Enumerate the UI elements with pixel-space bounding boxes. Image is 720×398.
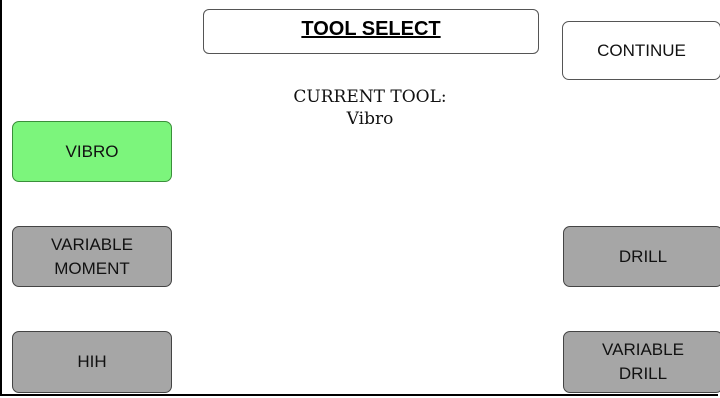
drill-button-label: DRILL bbox=[618, 246, 668, 266]
continue-button[interactable]: CONTINUE bbox=[562, 21, 720, 80]
variable-drill-button-label: VARIABLE DRILL bbox=[602, 340, 684, 383]
variable-moment-button[interactable]: VARIABLE MOMENT bbox=[12, 226, 172, 287]
drill-button[interactable]: DRILL bbox=[563, 226, 720, 287]
vibro-button-label: VIBRO bbox=[65, 141, 119, 161]
variable-drill-button[interactable]: VARIABLE DRILL bbox=[563, 331, 720, 393]
continue-button-label: CONTINUE bbox=[597, 40, 686, 60]
title-box: TOOL SELECT bbox=[203, 9, 539, 54]
variable-moment-button-label: VARIABLE MOMENT bbox=[51, 234, 133, 278]
current-tool-label: CURRENT TOOL: bbox=[293, 87, 447, 107]
current-tool-display: CURRENT TOOL: Vibro bbox=[250, 86, 490, 130]
hih-button-label: HIH bbox=[77, 352, 107, 371]
hih-button[interactable]: HIH bbox=[12, 331, 172, 393]
vibro-button[interactable]: VIBRO bbox=[12, 121, 172, 182]
current-tool-value: Vibro bbox=[346, 109, 394, 129]
page-title: TOOL SELECT bbox=[301, 18, 441, 40]
